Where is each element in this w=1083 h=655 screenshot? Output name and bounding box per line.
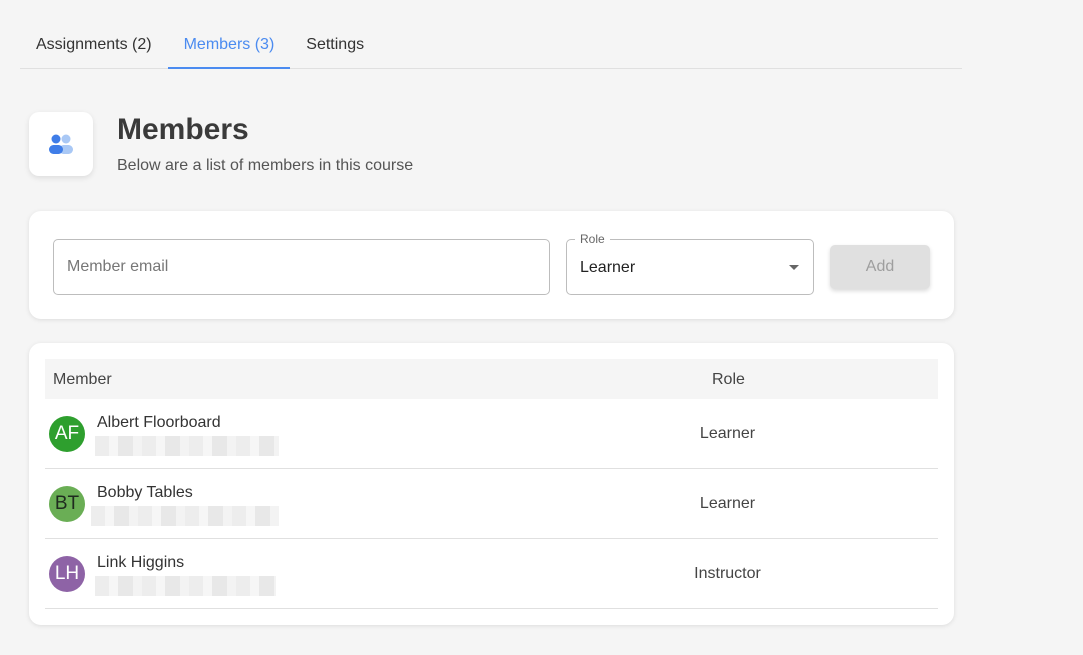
member-name: Bobby Tables bbox=[97, 484, 193, 501]
tab-assignments[interactable]: Assignments (2) bbox=[20, 22, 168, 68]
redacted-email bbox=[91, 506, 279, 526]
member-role: Learner bbox=[699, 425, 756, 442]
add-member-card: Role Learner Add bbox=[29, 211, 954, 319]
avatar: LH bbox=[49, 556, 85, 592]
avatar: AF bbox=[49, 416, 85, 452]
page-title: Members bbox=[117, 113, 249, 146]
add-member-button[interactable]: Add bbox=[830, 245, 930, 289]
course-members-page: Assignments (2) Members (3) Settings Mem… bbox=[0, 0, 1083, 655]
redacted-email bbox=[95, 436, 279, 456]
redacted-email bbox=[95, 576, 276, 596]
table-row: BT Bobby Tables Learner bbox=[45, 469, 938, 539]
table-row: AF Albert Floorboard Learner bbox=[45, 399, 938, 469]
member-role: Instructor bbox=[694, 565, 761, 582]
table-header: Member Role bbox=[45, 359, 938, 399]
member-email-input[interactable] bbox=[53, 239, 550, 295]
members-table: Member Role AF Albert Floorboard Learner… bbox=[29, 343, 954, 625]
role-select-value: Learner bbox=[580, 259, 636, 276]
role-select[interactable]: Role Learner bbox=[566, 232, 814, 295]
member-name: Link Higgins bbox=[97, 554, 185, 571]
member-name: Albert Floorboard bbox=[97, 414, 221, 431]
role-select-label: Role bbox=[575, 232, 610, 246]
caret-down-icon bbox=[789, 265, 799, 270]
course-tabs: Assignments (2) Members (3) Settings bbox=[20, 22, 962, 69]
table-row: LH Link Higgins Instructor bbox=[45, 539, 938, 609]
members-header-badge bbox=[29, 112, 93, 176]
tab-members[interactable]: Members (3) bbox=[167, 22, 291, 69]
page-subtitle: Below are a list of members in this cour… bbox=[117, 157, 414, 174]
tab-settings[interactable]: Settings bbox=[290, 22, 380, 68]
avatar: BT bbox=[49, 486, 85, 522]
column-header-member: Member bbox=[53, 371, 112, 388]
column-header-role: Role bbox=[712, 371, 745, 388]
member-role: Learner bbox=[699, 495, 756, 512]
people-icon bbox=[49, 134, 73, 154]
